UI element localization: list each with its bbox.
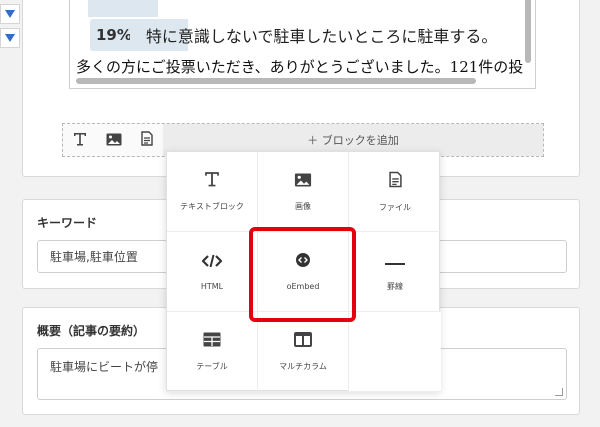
quick-add-icons — [63, 124, 163, 156]
keyword-label: キーワード — [37, 216, 98, 230]
block-label: ファイル — [379, 202, 411, 212]
poll-bar — [88, 0, 158, 17]
text-icon[interactable] — [73, 131, 87, 150]
block-option-text[interactable]: テキストブロック — [167, 152, 258, 232]
vertical-scrollbar[interactable] — [525, 0, 531, 63]
code-icon — [201, 253, 223, 272]
poll-text: 特に意識しないで駐車したいところに駐車する。 — [145, 27, 498, 46]
summary-label: 概要（記事の要約） — [37, 324, 146, 338]
block-option-file[interactable]: ファイル — [349, 152, 441, 232]
summary-text: 駐車場にビートが停 — [50, 360, 159, 374]
block-option-html[interactable]: HTML — [167, 232, 258, 312]
block-label: テキストブロック — [180, 202, 244, 211]
block-label: 罫線 — [387, 281, 403, 291]
block-label: 画像 — [295, 201, 311, 211]
resize-handle-icon[interactable] — [555, 388, 563, 396]
block-label: HTML — [200, 281, 224, 291]
move-down-button-1[interactable] — [0, 4, 20, 24]
horizontal-scrollbar[interactable] — [76, 78, 476, 84]
poll-row — [88, 0, 158, 17]
body-text: 多くの方にご投票いただき、ありがとうございました。121件の投 — [76, 58, 524, 76]
multicolumn-icon — [294, 331, 312, 351]
image-icon — [294, 172, 312, 191]
block-option-divider[interactable]: 罫線 — [349, 232, 441, 312]
cms-editor-screen: 19% 特に意識しないで駐車したいところに駐車する。 多くの方にご投票いただき、… — [0, 0, 600, 427]
block-option-image[interactable]: 画像 — [258, 152, 349, 232]
poll-row: 19% 特に意識しないで駐車したいところに駐車する。 — [90, 19, 497, 51]
content-preview[interactable]: 19% 特に意識しないで駐車したいところに駐車する。 多くの方にご投票いただき、… — [69, 0, 536, 89]
move-down-button-2[interactable] — [0, 28, 20, 48]
image-icon[interactable] — [106, 131, 122, 150]
block-option-table[interactable]: テーブル — [167, 312, 258, 392]
file-icon — [388, 171, 402, 192]
block-label: テーブル — [196, 361, 228, 371]
arrow-down-icon — [5, 34, 15, 42]
divider-icon — [385, 252, 405, 271]
text-icon — [204, 171, 220, 191]
highlight-box — [249, 227, 356, 322]
block-option-empty — [349, 312, 441, 392]
block-option-multicolumn[interactable]: マルチカラム — [258, 312, 349, 392]
arrow-down-icon — [5, 10, 15, 18]
file-icon[interactable] — [141, 130, 154, 150]
block-label: マルチカラム — [279, 361, 327, 371]
table-icon — [203, 332, 221, 351]
